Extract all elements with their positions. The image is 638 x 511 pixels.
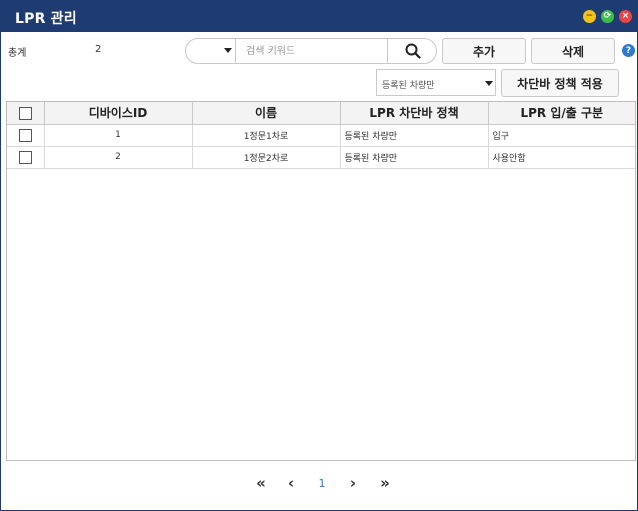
cell-barrier-policy: 등록된 차량만: [340, 146, 489, 169]
apply-policy-button[interactable]: 차단바 정책 적용: [501, 69, 619, 97]
minimize-icon[interactable]: −: [583, 10, 596, 23]
select-all-checkbox[interactable]: [18, 106, 32, 120]
last-page-button[interactable]: »: [374, 471, 396, 495]
table-row[interactable]: 1 1정문1차로 등록된 차량만 입구: [7, 124, 635, 147]
help-icon[interactable]: ?: [622, 44, 635, 57]
barrier-policy-selected: 등록된 차량만: [382, 81, 435, 91]
search-icon: [405, 43, 421, 59]
cell-device-id: 1: [44, 124, 193, 147]
barrier-policy-select[interactable]: 등록된 차량만: [376, 69, 496, 96]
window-title: LPR 관리: [15, 11, 77, 27]
row-select-cell: [7, 146, 45, 169]
select-all-cell: [7, 102, 45, 125]
search-input[interactable]: [237, 39, 387, 63]
cell-direction: 입구: [488, 124, 635, 147]
row-checkbox[interactable]: [18, 128, 32, 142]
add-button[interactable]: 추가: [442, 38, 526, 64]
search-bar: [185, 38, 437, 64]
lpr-management-window: LPR 관리 − ⟳ × 총계 2 추가 삭제 ? 등록된 차량만 차단바 정책…: [0, 0, 638, 511]
total-count-value: 2: [95, 44, 102, 55]
maximize-icon[interactable]: ⟳: [601, 10, 614, 23]
total-count-label: 총계: [8, 48, 27, 59]
row-checkbox[interactable]: [18, 150, 32, 164]
page-number-current[interactable]: 1: [312, 471, 332, 495]
column-header-barrier-policy[interactable]: LPR 차단바 정책: [340, 102, 489, 125]
delete-button[interactable]: 삭제: [531, 38, 615, 64]
search-button[interactable]: [387, 39, 437, 63]
chevron-down-icon: [485, 81, 493, 86]
cell-name: 1정문1차로: [192, 124, 341, 147]
device-table: 디바이스ID 이름 LPR 차단바 정책 LPR 입/출 구분 1 1정문1차로…: [6, 101, 636, 461]
title-bar[interactable]: LPR 관리 − ⟳ ×: [1, 1, 637, 32]
pagination: « ‹ 1 › »: [1, 471, 637, 495]
cell-direction: 사용안함: [488, 146, 635, 169]
close-icon[interactable]: ×: [619, 10, 632, 23]
table-row[interactable]: 2 1정문2차로 등록된 차량만 사용안함: [7, 146, 635, 169]
column-header-device-id[interactable]: 디바이스ID: [44, 102, 193, 125]
first-page-button[interactable]: «: [250, 471, 272, 495]
search-scope-select[interactable]: [186, 39, 236, 63]
column-header-name[interactable]: 이름: [192, 102, 341, 125]
next-page-button[interactable]: ›: [343, 471, 363, 495]
chevron-down-icon: [224, 48, 232, 53]
cell-device-id: 2: [44, 146, 193, 169]
previous-page-button[interactable]: ‹: [281, 471, 301, 495]
column-header-direction[interactable]: LPR 입/출 구분: [488, 102, 635, 125]
cell-barrier-policy: 등록된 차량만: [340, 124, 489, 147]
table-header-row: 디바이스ID 이름 LPR 차단바 정책 LPR 입/출 구분: [7, 102, 635, 125]
cell-name: 1정문2차로: [192, 146, 341, 169]
row-select-cell: [7, 124, 45, 147]
